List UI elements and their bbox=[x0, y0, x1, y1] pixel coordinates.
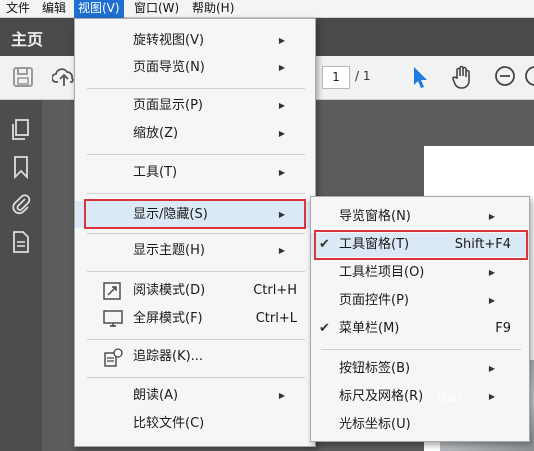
left-rail bbox=[0, 100, 42, 451]
submenu-arrow-icon: ▶ bbox=[278, 101, 285, 110]
submenu-arrow-icon: ▶ bbox=[278, 168, 285, 177]
menu-item-label: 标尺及网格(R) bbox=[339, 389, 424, 404]
page-total: / 1 bbox=[355, 69, 371, 83]
menu-bar: 文件 编辑 视图(V) 窗口(W) 帮助(H) bbox=[0, 0, 534, 18]
menu-item-label: 页面导览(N) bbox=[133, 60, 205, 75]
menu-item-compare-files[interactable]: 比较文件(C) bbox=[75, 412, 315, 436]
submenu-arrow-icon: ▶ bbox=[278, 129, 285, 138]
zoom-in-icon[interactable] bbox=[524, 65, 534, 91]
menu-item-read-aloud[interactable]: 朗读(A) ▶ bbox=[75, 384, 315, 408]
annotation-box-show-hide bbox=[84, 199, 306, 229]
menu-separator bbox=[87, 88, 305, 89]
menu-item-label: 按钮标签(B) bbox=[339, 361, 411, 376]
menu-item-label: 显示主题(H) bbox=[133, 243, 205, 258]
menu-separator bbox=[87, 154, 305, 155]
page-number-input[interactable]: 1 bbox=[322, 66, 350, 89]
menu-separator bbox=[87, 271, 305, 272]
submenu-arrow-icon: ▶ bbox=[278, 391, 285, 400]
menu-item-page-display[interactable]: 页面显示(P) ▶ bbox=[75, 94, 315, 118]
menu-item-label: 旋转视图(V) bbox=[133, 33, 205, 48]
menu-item-cursor-coordinates[interactable]: 光标坐标(U) bbox=[311, 413, 529, 437]
checkmark-icon: ✔ bbox=[319, 321, 330, 336]
submenu-arrow-icon: ▶ bbox=[488, 268, 495, 277]
menu-edit[interactable]: 编辑 bbox=[38, 0, 70, 18]
menu-separator bbox=[321, 349, 521, 350]
menu-item-label: 比较文件(C) bbox=[133, 416, 205, 431]
menu-item-navigation-panes[interactable]: 导览窗格(N) ▶ bbox=[311, 205, 529, 229]
submenu-arrow-icon: ▶ bbox=[278, 63, 285, 72]
annotation-box-tools-pane bbox=[314, 230, 528, 260]
save-icon[interactable] bbox=[12, 66, 34, 92]
menu-item-label: 朗读(A) bbox=[133, 388, 179, 403]
attachment-icon[interactable] bbox=[10, 192, 32, 220]
hand-tool-icon[interactable] bbox=[450, 64, 474, 94]
menu-help[interactable]: 帮助(H) bbox=[188, 0, 238, 18]
menu-item-menu-bar[interactable]: ✔ 菜单栏(M) F9 bbox=[311, 317, 529, 341]
select-cursor-icon[interactable] bbox=[410, 65, 430, 93]
document-icon[interactable] bbox=[10, 230, 32, 258]
menu-item-zoom[interactable]: 缩放(Z) ▶ bbox=[75, 122, 315, 146]
menu-file[interactable]: 文件 bbox=[2, 0, 34, 18]
page-thumbnails-icon[interactable] bbox=[10, 118, 32, 146]
home-tab[interactable]: 主页 bbox=[11, 26, 43, 50]
menu-item-label: 菜单栏(M) bbox=[339, 321, 400, 336]
menu-separator bbox=[87, 377, 305, 378]
fullscreen-icon bbox=[103, 310, 123, 337]
menu-item-label: 追踪器(K)... bbox=[133, 349, 204, 364]
cloud-upload-icon[interactable] bbox=[51, 66, 76, 92]
watermark: Bai bbox=[436, 388, 463, 406]
menu-view[interactable]: 视图(V) bbox=[74, 0, 124, 18]
submenu-arrow-icon: ▶ bbox=[488, 392, 495, 401]
menu-item-label: 光标坐标(U) bbox=[339, 417, 411, 432]
menu-item-label: 页面控件(P) bbox=[339, 293, 409, 308]
shortcut-label: Ctrl+L bbox=[255, 311, 297, 326]
zoom-out-icon[interactable] bbox=[494, 65, 516, 91]
shortcut-label: F9 bbox=[495, 321, 511, 336]
menu-window[interactable]: 窗口(W) bbox=[130, 0, 183, 18]
menu-item-tools[interactable]: 工具(T) ▶ bbox=[75, 161, 315, 185]
read-mode-icon bbox=[103, 282, 121, 309]
submenu-arrow-icon: ▶ bbox=[488, 364, 495, 373]
tracker-icon bbox=[103, 348, 123, 377]
menu-item-rulers-grids[interactable]: 标尺及网格(R) ▶ bbox=[311, 385, 529, 409]
submenu-arrow-icon: ▶ bbox=[488, 212, 495, 221]
menu-item-display-theme[interactable]: 显示主题(H) ▶ bbox=[75, 239, 315, 263]
menu-item-page-navigation[interactable]: 页面导览(N) ▶ bbox=[75, 56, 315, 80]
bookmark-icon[interactable] bbox=[10, 155, 32, 183]
submenu-arrow-icon: ▶ bbox=[488, 296, 495, 305]
menu-item-label: 阅读模式(D) bbox=[133, 283, 206, 298]
menu-item-rotate-view[interactable]: 旋转视图(V) ▶ bbox=[75, 29, 315, 53]
menu-separator bbox=[87, 193, 305, 194]
menu-item-label: 工具(T) bbox=[133, 165, 178, 180]
submenu-arrow-icon: ▶ bbox=[278, 246, 285, 255]
menu-item-button-labels[interactable]: 按钮标签(B) ▶ bbox=[311, 357, 529, 381]
menu-item-tracker[interactable]: 追踪器(K)... bbox=[75, 345, 315, 369]
menu-item-label: 页面显示(P) bbox=[133, 98, 203, 113]
menu-separator bbox=[87, 339, 305, 340]
submenu-arrow-icon: ▶ bbox=[278, 36, 285, 45]
menu-item-label: 工具栏项目(O) bbox=[339, 265, 425, 280]
menu-item-page-controls[interactable]: 页面控件(P) ▶ bbox=[311, 289, 529, 313]
menu-item-label: 全屏模式(F) bbox=[133, 311, 203, 326]
menu-item-label: 导览窗格(N) bbox=[339, 209, 411, 224]
menu-separator bbox=[87, 233, 305, 234]
menu-item-read-mode[interactable]: 阅读模式(D) Ctrl+H bbox=[75, 279, 315, 303]
shortcut-label: Ctrl+H bbox=[253, 283, 297, 298]
menu-item-label: 缩放(Z) bbox=[133, 126, 179, 141]
menu-item-fullscreen[interactable]: 全屏模式(F) Ctrl+L bbox=[75, 307, 315, 331]
view-menu: 旋转视图(V) ▶ 页面导览(N) ▶ 页面显示(P) ▶ 缩放(Z) ▶ 工具… bbox=[74, 18, 316, 447]
menu-item-toolbar-items[interactable]: 工具栏项目(O) ▶ bbox=[311, 261, 529, 285]
